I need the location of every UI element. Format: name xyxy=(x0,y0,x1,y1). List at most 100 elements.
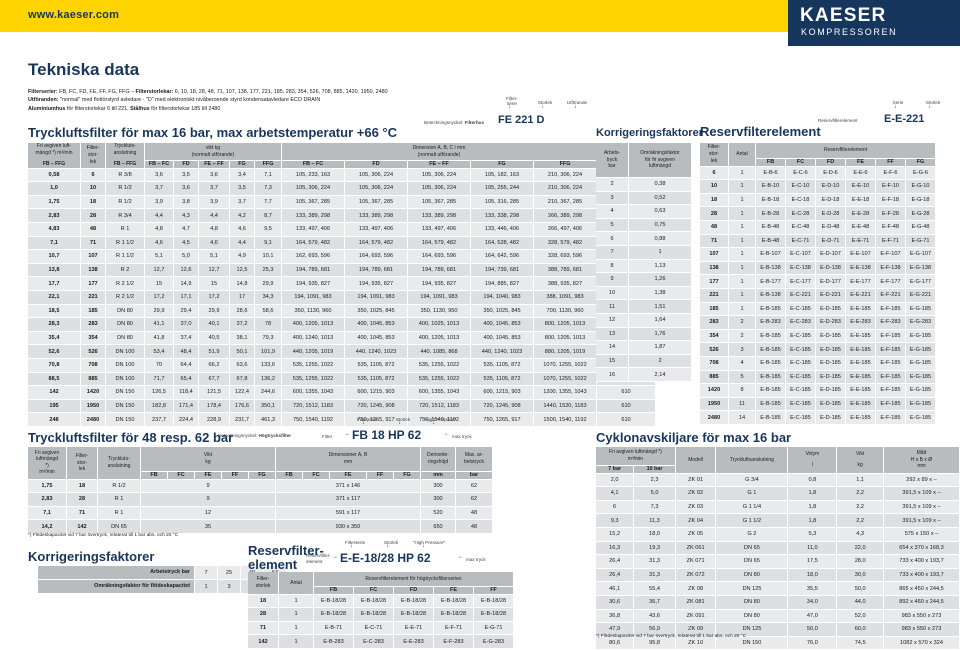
cell-connection: G 2 xyxy=(715,527,789,542)
website-url[interactable]: www.kaeser.com xyxy=(28,9,119,21)
cell-volume: 35,5 xyxy=(787,581,838,596)
cell-element-4: E-F-138 xyxy=(875,261,906,276)
hp-dcol-2: FE xyxy=(329,471,367,480)
spare-bottom-col-fc: FC xyxy=(353,586,394,595)
cell-weight-3: 4,4 xyxy=(229,236,255,251)
cell-flow: 1,75 xyxy=(28,195,81,210)
cell-quantity: 3 xyxy=(728,342,756,357)
cell-dimension-0: 105, 233, 163 xyxy=(281,168,345,183)
cyclone-separator-table: Fri avgiven luftmängd *) m³/min Modell T… xyxy=(596,447,960,650)
main-wcol-4: FFG xyxy=(254,160,282,169)
cell-dimension-4: 880, 1205, 1019 xyxy=(533,344,597,359)
cell-weight-1: 118,4 xyxy=(173,385,199,400)
cell-size: 354 xyxy=(80,331,106,346)
spare-bottom-arrow-right-icon: ← xyxy=(458,554,464,560)
cell-size: 177 xyxy=(80,276,106,291)
cell-element-2: E-D-185 xyxy=(815,342,846,357)
cell-quantity: 1 xyxy=(278,634,314,649)
cell-element-2: E-D-185 xyxy=(815,370,846,385)
cell-factor: 0,88 xyxy=(628,231,692,246)
spare-top-col-fe: FE xyxy=(845,158,876,167)
cell-weight-3: 28,6 xyxy=(229,304,255,319)
hp-beteckning-label: Beteckningsnyckel: Högtrycksfilter xyxy=(218,433,291,438)
table-row: 4,83 48 R 1 4,8 4,7 4,8 4,6 9,5 133, 497, 406 133… xyxy=(28,222,656,237)
table-row: 30,6 36,7 ZK 081 DN 80 34,0 44,0 892 x 460 x 2… xyxy=(596,595,960,610)
cell-pressure: 4 xyxy=(596,204,629,219)
cell-dimensions: 983 x 550 x 273 xyxy=(883,622,960,637)
cell-weight-1: 37,0 xyxy=(173,317,199,332)
cell-dimension-2: 194, 789, 681 xyxy=(407,263,471,278)
hp-wcol-4: FG xyxy=(248,471,276,480)
cell-size: 1950 xyxy=(80,399,106,414)
cell-element-1: E-C-18 xyxy=(785,193,816,208)
cell-quantity: 1 xyxy=(728,166,756,181)
cell-cell-pressure-1: 25 xyxy=(217,566,241,580)
cell-weight-2: 67,7 xyxy=(198,372,230,387)
cell-dimension-1: 164, 693, 596 xyxy=(344,249,408,264)
cell-size: 2480 xyxy=(80,412,106,427)
cell-element-1: E-C-177 xyxy=(785,274,816,289)
cell-element-1: E-B-18/28 xyxy=(353,607,394,622)
cell-element-5: E-G-185 xyxy=(905,397,936,412)
table-row: 7,1 71 R 1 12 591 x 117 520 48 xyxy=(28,506,493,521)
cell-weight-1: 37,4 xyxy=(173,331,199,346)
spare-bottom-group: Reservfilterelement för högtrycksfilters… xyxy=(313,572,514,587)
hp-col-flow: Fri avgiven luftmängd *) m³/min xyxy=(28,447,67,480)
cell-element-3: E-E-138 xyxy=(845,261,876,276)
spare-top-col-fc: FC xyxy=(785,158,816,167)
cell-dimension-1: 535, 1105, 872 xyxy=(344,372,408,387)
cell-size: 885 xyxy=(700,370,729,385)
cell-connection: G 3/4 xyxy=(715,473,789,488)
cell-element-0: E-B-18 xyxy=(755,193,786,208)
cell-weight-4: 78 xyxy=(254,317,282,332)
cell-pressure: 9 xyxy=(596,272,629,287)
cell-model: ZK 01 xyxy=(675,473,717,488)
cell-weight-3: 176,6 xyxy=(229,399,255,414)
cell-size: 2480 xyxy=(700,410,729,425)
cell-size: 18 xyxy=(80,195,106,210)
table-row: 138 1 E-B-138 E-C-138 E-D-138 E-E-138 E-F-138 E… xyxy=(700,261,936,276)
cell-size: 142 xyxy=(66,519,98,534)
table-row: 2,0 2,3 ZK 01 G 3/4 0,8 1,1 292 x 89 x – xyxy=(596,473,960,488)
cell-dimensions: 892 x 460 x 244,5 xyxy=(883,595,960,610)
cell-pressure: 7 xyxy=(596,245,629,260)
cell-element-0: E-B-185 xyxy=(755,356,786,371)
cell-quantity: 1 xyxy=(278,594,314,609)
main-table-title: Tryckluftsfilter för max 16 bar, max arb… xyxy=(28,125,397,140)
table-row: 9 1,26 xyxy=(596,272,692,287)
cell-flow: 22,1 xyxy=(28,290,81,305)
cell-max-pressure: 62 xyxy=(455,492,493,507)
cell-element-1: E-C-185 xyxy=(785,329,816,344)
cell-dimension-0: 194, 1091, 983 xyxy=(281,290,345,305)
cell-weight-1: 48,4 xyxy=(173,344,199,359)
cell-element-0: E-B-185 xyxy=(755,383,786,398)
cell-flow-10bar: 18,0 xyxy=(633,527,676,542)
cell-element-4: E-F-185 xyxy=(875,329,906,344)
cell-size: 6 xyxy=(80,168,106,183)
table-row: 10 1 E-B-10 E-C-10 E-D-10 E-E-10 E-F-10 E-G-10 xyxy=(700,179,936,194)
table-row: 13 1,76 xyxy=(596,327,692,342)
cell-element-4: E-G-283 xyxy=(473,634,514,649)
cell-weight-4: 25,3 xyxy=(254,263,282,278)
cell-weight-1: 65,4 xyxy=(173,372,199,387)
table-row: 16 2,14 xyxy=(596,367,692,382)
key-arrow-2-icon: ↓ xyxy=(541,104,544,110)
cell-weight-1: 5,0 xyxy=(173,249,199,264)
cell-element-0: E-B-107 xyxy=(755,247,786,262)
cell-dimension-3: 105, 255, 244 xyxy=(470,181,534,196)
cell-dimension-2: 105, 306, 224 xyxy=(407,168,471,183)
cell-flow-7bar: 15,2 xyxy=(596,527,635,542)
cell-dimension-4: 1440, 1520, 1183 xyxy=(533,399,597,414)
main-col-size: Filter- stor- lek xyxy=(80,143,106,169)
spare-bottom-arrow-3-icon: ↓ xyxy=(422,543,425,549)
cell-size: 354 xyxy=(700,329,729,344)
cell-element-0: E-B-10 xyxy=(755,179,786,194)
cell-dimension-4: 388, 1091, 983 xyxy=(533,290,597,305)
cell-weight-2: 15 xyxy=(198,276,230,291)
hp-key-code: FB 18 HP 62 xyxy=(352,428,422,442)
table-row: 526 3 E-B-185 E-C-185 E-D-185 E-E-185 E-F-185 E… xyxy=(700,342,936,357)
cell-dimension-4: 800, 1205, 1013 xyxy=(533,317,597,332)
cell-flow-10bar: 36,7 xyxy=(633,595,676,610)
cell-weight-0: 182,8 xyxy=(144,399,174,414)
cell-dimensions: 983 x 550 x 273 xyxy=(883,609,960,624)
